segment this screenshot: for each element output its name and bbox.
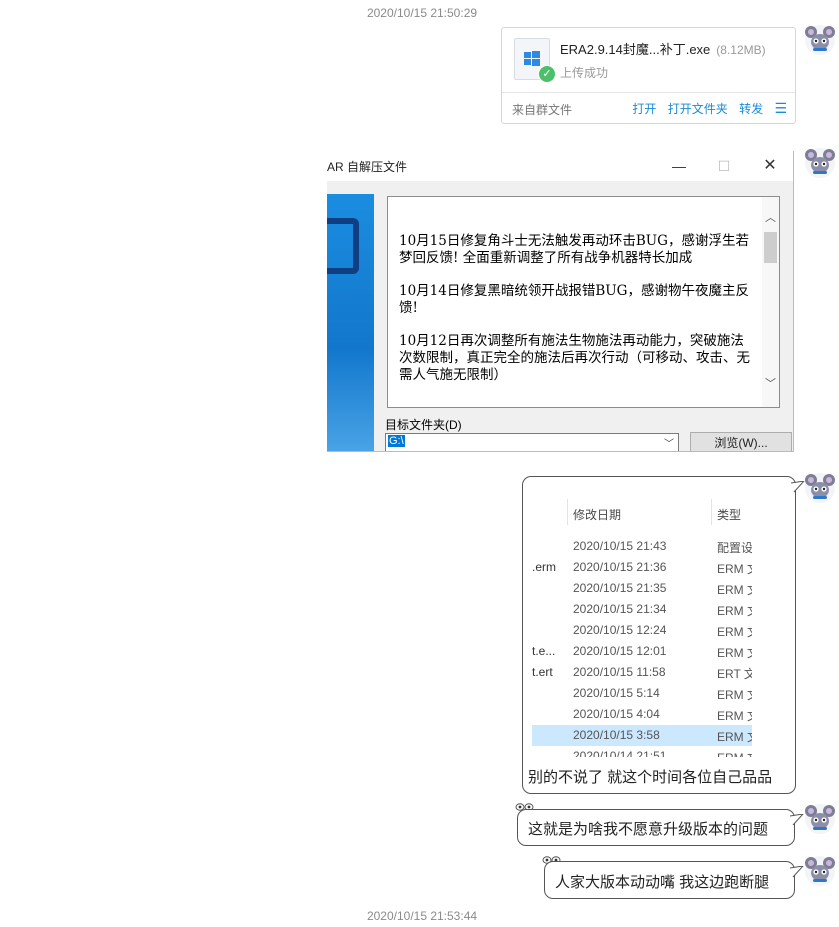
avatar[interactable] xyxy=(804,472,836,504)
maximize-icon[interactable]: ☐ xyxy=(709,155,739,177)
open-folder-link[interactable]: 打开文件夹 xyxy=(668,102,728,116)
file-source: 来自群文件 xyxy=(512,103,573,117)
table-row[interactable]: 2020/10/15 4:04ERM 文 xyxy=(532,704,752,725)
menu-icon[interactable]: ☰ xyxy=(774,100,787,116)
upload-status: 上传成功 xyxy=(560,66,609,80)
file-actions: 打开 打开文件夹 转发 ☰ xyxy=(624,100,787,117)
column-date[interactable]: 修改日期 xyxy=(573,506,621,523)
table-row[interactable]: 2020/10/15 21:35ERM 文 xyxy=(532,578,752,599)
chevron-up-icon[interactable]: ︿ xyxy=(762,209,779,225)
message-text: 别的不说了 就这个时间各位自己品品 xyxy=(528,769,773,786)
browse-button[interactable]: 浏览(W)... xyxy=(690,432,792,451)
table-row[interactable]: 2020/10/15 21:34ERM 文 xyxy=(532,599,752,620)
avatar[interactable] xyxy=(804,803,836,835)
destination-value[interactable]: G:\ xyxy=(388,435,405,447)
message-bubble[interactable]: 这就是为啥我不愿意升级版本的问题 xyxy=(517,809,804,846)
note-paragraph: 10月12日再次调整所有施法生物施法再动能力，突破施法次数限制，真正完全的施法后… xyxy=(399,333,750,383)
table-row[interactable]: .erm2020/10/15 21:36ERM 文 xyxy=(532,557,752,578)
timestamp: 2020/10/15 21:53:44 xyxy=(366,909,478,923)
destination-label: 目标文件夹(D) xyxy=(385,418,462,432)
image-message-bubble[interactable]: ˇ 修改日期 类型 2020/10/15 21:43 配置设 .erm 2020/1… xyxy=(522,476,805,794)
release-notes-textbox[interactable]: 10月15日修复角斗士无法触发再动环击BUG，感谢浮生若梦回反馈! 全面重新调整… xyxy=(387,196,780,408)
table-row[interactable]: 2020/10/15 5:14ERM 文 xyxy=(532,683,752,704)
table-row[interactable]: t.ert 2020/10/15 11:58 ERT 文 xyxy=(532,662,752,683)
open-link[interactable]: 打开 xyxy=(632,102,656,116)
minimize-icon[interactable]: — xyxy=(664,155,694,177)
window-title: AR 自解压文件 xyxy=(327,160,408,174)
dialog-body: 10月15日修复角斗士无法触发再动环击BUG，感谢浮生若梦回反馈! 全面重新调整… xyxy=(327,181,793,451)
scroll-thumb[interactable] xyxy=(764,232,777,263)
message-bubble[interactable]: 人家大版本动动嘴 我这边跑断腿 xyxy=(544,861,804,899)
chevron-down-icon[interactable]: ﹀ xyxy=(762,375,779,391)
note-paragraph: 10月14日修复黑暗统领开战报错BUG，感谢物午夜魔主反馈! xyxy=(399,283,749,316)
bubble-tail xyxy=(790,814,804,826)
scrollbar[interactable]: ︿ ﹀ xyxy=(762,197,779,407)
table-row[interactable]: 2020/10/15 12:24ERM 文 xyxy=(532,620,752,641)
close-icon[interactable]: ✕ xyxy=(755,155,785,177)
file-name: ERA2.9.14封魔...补丁.exe (8.12MB) xyxy=(560,42,766,57)
bubble-tail xyxy=(790,866,804,878)
column-type[interactable]: 类型 xyxy=(717,506,741,523)
logo-icon xyxy=(327,218,359,274)
file-explorer-screenshot[interactable]: ˇ 修改日期 类型 2020/10/15 21:43 配置设 .erm 2020/1… xyxy=(532,493,752,757)
winrar-banner xyxy=(327,194,374,451)
avatar[interactable] xyxy=(804,147,836,179)
table-row-selected[interactable]: 2020/10/15 3:58ERM 文 xyxy=(532,725,752,746)
column-header: ˇ 修改日期 类型 xyxy=(532,493,752,531)
bubble-tail xyxy=(791,481,805,493)
winrar-sfx-screenshot[interactable]: AR 自解压文件 — ☐ ✕ 10月15日修复角斗士无法触发再动环击BUG，感谢… xyxy=(327,151,794,452)
table-row[interactable]: t.e...2020/10/15 12:01ERM 文 xyxy=(532,641,752,662)
forward-link[interactable]: 转发 xyxy=(739,102,763,116)
message-text: 人家大版本动动嘴 我这边跑断腿 xyxy=(555,874,770,891)
destination-combobox[interactable]: G:\ ﹀ xyxy=(385,433,679,451)
avatar[interactable] xyxy=(804,24,836,56)
timestamp: 2020/10/15 21:50:29 xyxy=(366,6,478,20)
message-text: 这就是为啥我不愿意升级版本的问题 xyxy=(528,821,769,838)
title-bar: AR 自解压文件 — ☐ ✕ xyxy=(327,151,793,181)
divider xyxy=(502,92,795,93)
file-size: (8.12MB) xyxy=(716,43,766,57)
table-row[interactable]: 2020/10/15 21:43 配置设 xyxy=(532,536,752,557)
checkmark-icon: ✓ xyxy=(538,65,556,83)
note-paragraph: 10月15日修复角斗士无法触发再动环击BUG，感谢浮生若梦回反馈! 全面重新调整… xyxy=(399,233,749,266)
chevron-down-icon[interactable]: ﹀ xyxy=(664,435,674,450)
file-message-card[interactable]: ✓ ERA2.9.14封魔...补丁.exe (8.12MB) 上传成功 来自群文… xyxy=(501,27,796,124)
sort-chevron-icon: ˇ xyxy=(636,493,640,502)
table-row[interactable]: 2020/10/14 21:51ERM 文 xyxy=(532,746,752,757)
avatar[interactable] xyxy=(804,855,836,887)
